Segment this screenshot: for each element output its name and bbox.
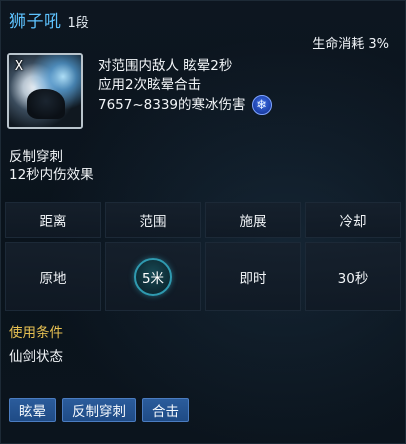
- stat-header-range: 范围: [105, 202, 201, 238]
- description-line: 应用2次眩晕合击: [98, 77, 202, 93]
- stat-header-cooldown: 冷却: [305, 202, 401, 238]
- range-badge: 5米: [134, 257, 172, 296]
- skill-name: 狮子吼: [9, 12, 62, 32]
- lion-roar-skill-icon: X: [7, 53, 83, 129]
- damage-text: 7657~8339的寒冰伤害: [98, 96, 246, 113]
- stat-value-range-cell: 5米: [105, 242, 201, 311]
- skill-hotkey: X: [15, 59, 23, 74]
- stat-header-cast: 施展: [205, 202, 301, 238]
- condition-text: 仙剑状态: [9, 349, 63, 365]
- effect-line: 反制穿刺: [9, 149, 63, 165]
- effect-line: 12秒内伤效果: [9, 167, 94, 183]
- skill-description: 对范围内敌人 眩晕2秒 应用2次眩晕合击 7657~8339的寒冰伤害 ❄: [98, 57, 272, 115]
- description-line: 对范围内敌人 眩晕2秒: [98, 58, 233, 74]
- stat-value-cooldown: 30秒: [305, 242, 401, 311]
- stat-header-distance: 距离: [5, 202, 101, 238]
- tag-stun: 眩晕: [9, 398, 56, 422]
- frost-icon: ❄: [251, 95, 272, 115]
- skill-stats-grid: 距离 范围 施展 冷却 原地 5米 即时 30秒: [5, 202, 401, 311]
- tooltip-header: 狮子吼 1段: [9, 7, 89, 32]
- description-line: 7657~8339的寒冰伤害 ❄: [98, 95, 272, 115]
- skill-effect: 反制穿刺 12秒内伤效果: [9, 148, 94, 184]
- tag-counter-pierce: 反制穿刺: [62, 398, 136, 422]
- condition-title: 使用条件: [9, 325, 63, 341]
- hp-cost: 生命消耗 3%: [312, 37, 389, 52]
- skill-tooltip: 狮子吼 1段 生命消耗 3% X 对范围内敌人 眩晕2秒 应用2次眩晕合击 76…: [0, 0, 406, 444]
- stat-value-distance: 原地: [5, 242, 101, 311]
- tag-combo: 合击: [142, 398, 189, 422]
- skill-tags: 眩晕 反制穿刺 合击: [9, 398, 189, 422]
- stat-value-cast: 即时: [205, 242, 301, 311]
- skill-level: 1段: [67, 16, 89, 31]
